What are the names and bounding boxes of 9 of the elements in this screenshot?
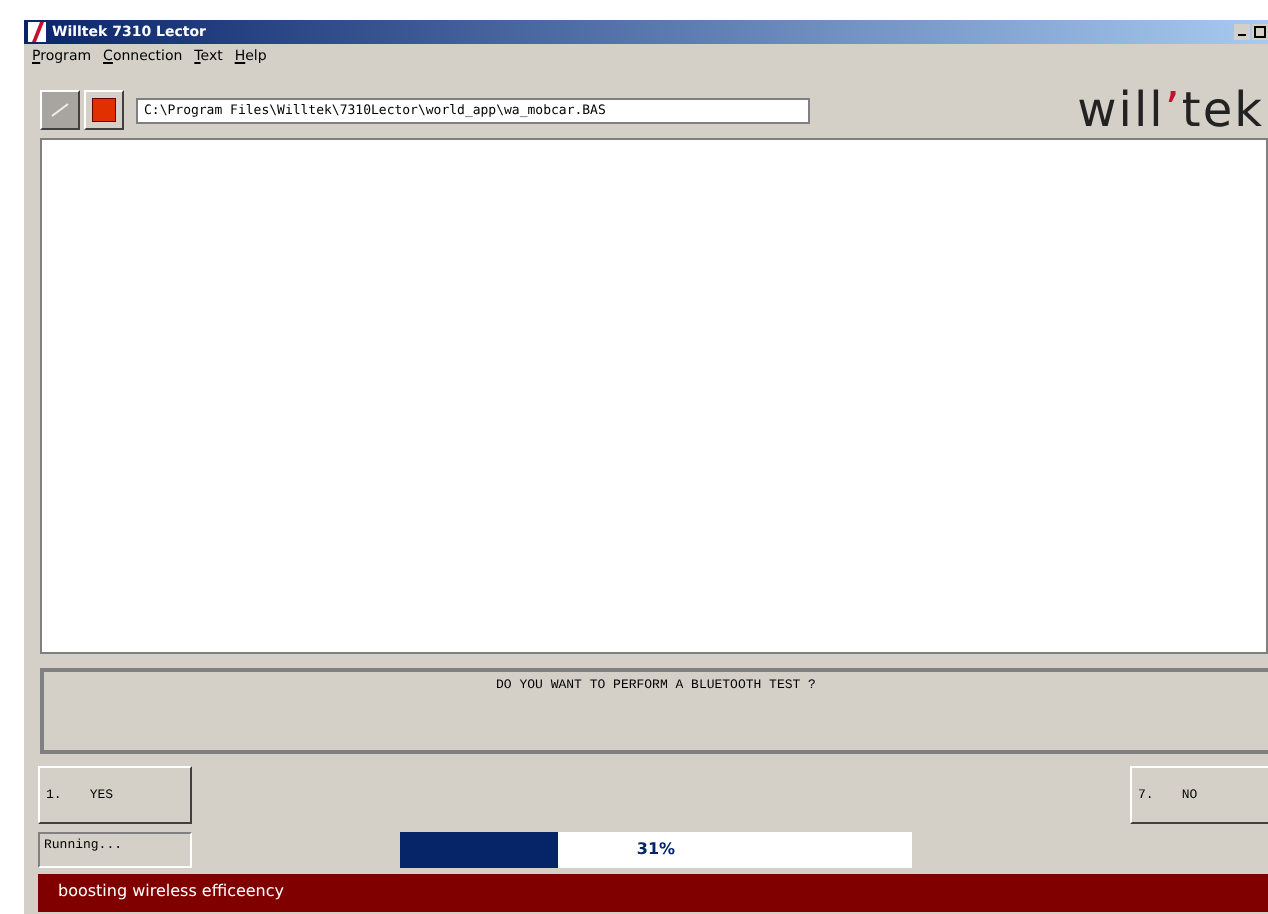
minimize-icon[interactable]	[1234, 24, 1250, 40]
app-icon	[28, 22, 46, 42]
stop-icon	[92, 98, 116, 122]
logo: will’tek	[1077, 86, 1264, 134]
stop-button[interactable]	[84, 90, 124, 130]
status-banner: boosting wireless efficeency	[38, 874, 1268, 912]
maximize-icon[interactable]	[1252, 24, 1268, 40]
progress-label: 31%	[634, 840, 678, 858]
pencil-icon	[50, 102, 70, 118]
